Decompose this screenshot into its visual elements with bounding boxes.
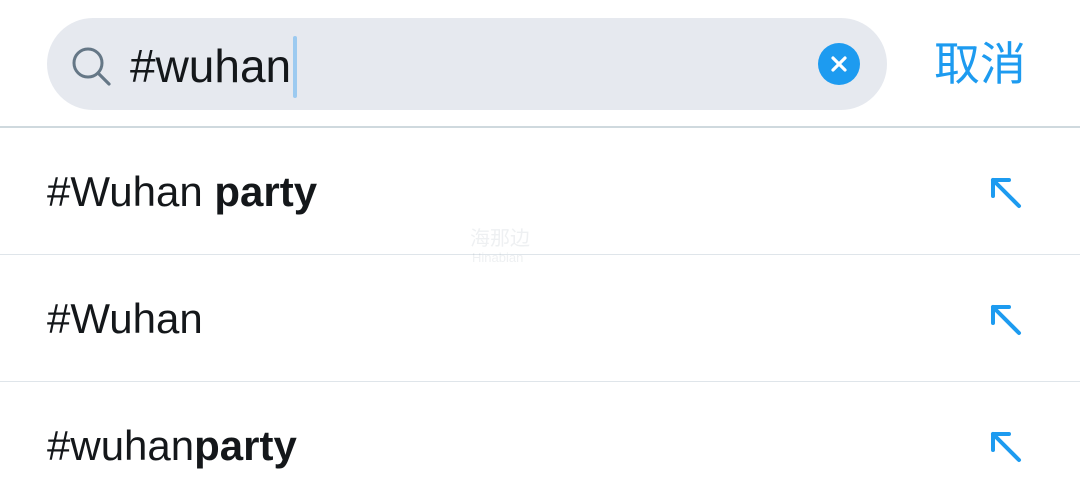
text-cursor (293, 35, 298, 98)
suggestion-row[interactable]: #wuhanparty (0, 382, 1080, 491)
search-icon (72, 47, 111, 86)
suggestion-bold: party (194, 422, 297, 469)
search-query-text: #wuhan (130, 40, 292, 92)
clear-search-button[interactable] (818, 43, 860, 85)
fill-arrow-icon[interactable] (985, 299, 1025, 339)
suggestion-prefix: #Wuhan (47, 168, 215, 215)
suggestion-prefix: #wuhan (47, 422, 195, 469)
suggestion-row[interactable]: #Wuhan (0, 255, 1080, 381)
search-header: #wuhan 取消 (0, 0, 1080, 127)
clear-icon (831, 56, 847, 72)
suggestion-label: #wuhanparty (47, 416, 297, 476)
cancel-button[interactable]: 取消 (934, 34, 1026, 94)
fill-arrow-icon[interactable] (985, 172, 1025, 212)
suggestion-row[interactable]: #Wuhan party (0, 128, 1080, 254)
suggestion-label: #Wuhan (47, 289, 203, 349)
search-input[interactable]: #wuhan (130, 35, 298, 98)
fill-arrow-icon[interactable] (985, 426, 1025, 466)
suggestion-label: #Wuhan party (47, 162, 317, 222)
suggestion-prefix: #Wuhan (47, 295, 203, 342)
suggestion-bold: party (214, 168, 318, 215)
